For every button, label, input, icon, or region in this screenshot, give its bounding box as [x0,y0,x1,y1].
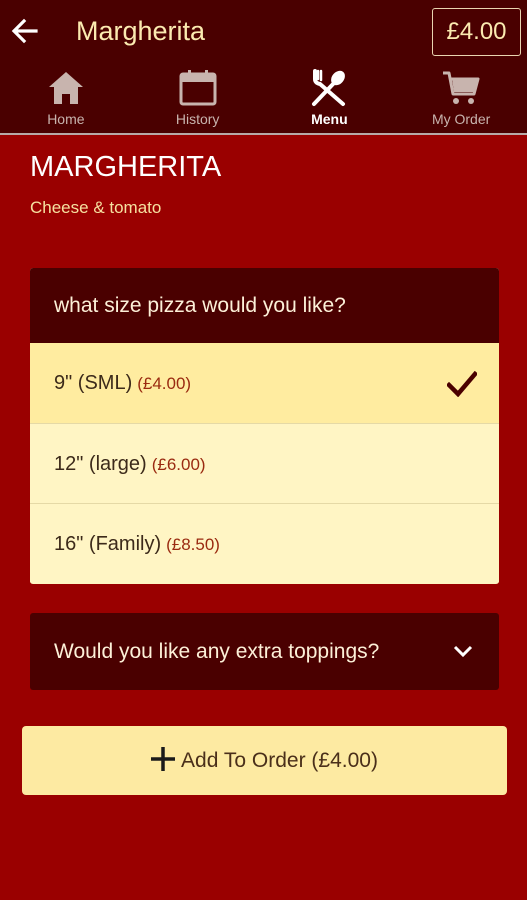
tab-history-label: History [175,111,220,127]
size-question: what size pizza would you like? [30,268,499,343]
checkmark-icon [447,371,477,397]
add-to-order-button[interactable]: Add To Order (£4.00) [22,726,507,795]
size-option-label: 9" (SML) [54,372,133,394]
plus-icon [151,747,176,771]
tab-home[interactable]: Home [0,64,132,134]
tab-home-label: Home [47,111,85,127]
page-title: Margherita [76,16,206,46]
item-description: Cheese & tomato [30,198,162,217]
back-button[interactable] [8,14,42,48]
tab-history[interactable]: History [132,64,264,134]
tab-my-order[interactable]: My Order [395,64,527,134]
tab-my-order-label: My Order [431,111,491,127]
fork-spoon-icon [312,69,346,106]
top-bar: Margherita £4.00 [0,0,527,64]
chevron-down-icon [453,645,473,658]
tab-bar: Home History Menu My Order [0,64,527,134]
size-option-price: (£6.00) [151,455,206,474]
size-option-price: (£8.50) [166,535,220,554]
arrow-left-icon [11,18,38,44]
size-option-label: 12" (large) [54,453,147,475]
home-icon [48,72,83,104]
size-option-large[interactable]: 12" (large) (£6.00) [30,423,499,503]
order-total-button[interactable]: £4.00 [432,8,521,56]
tab-menu-label: Menu [311,111,348,127]
toppings-question: Would you like any extra toppings? [30,613,499,690]
size-option-small[interactable]: 9" (SML) (£4.00) [30,343,499,423]
size-option-price: (£4.00) [137,374,192,393]
item-name: MARGHERITA [30,151,222,183]
size-option-label: 16" (Family) [54,533,162,555]
size-selection-card: what size pizza would you like? 9" (SML)… [30,268,499,584]
size-option-family[interactable]: 16" (Family) (£8.50) [30,503,499,583]
extra-toppings-accordion[interactable]: Would you like any extra toppings? [30,613,499,690]
app-header: Margherita £4.00 Home History Menu My Or… [0,0,527,135]
calendar-icon [179,70,217,106]
add-to-order-label: Add To Order (£4.00) [181,749,378,772]
cart-icon [443,71,480,104]
tab-menu[interactable]: Menu [264,64,396,134]
